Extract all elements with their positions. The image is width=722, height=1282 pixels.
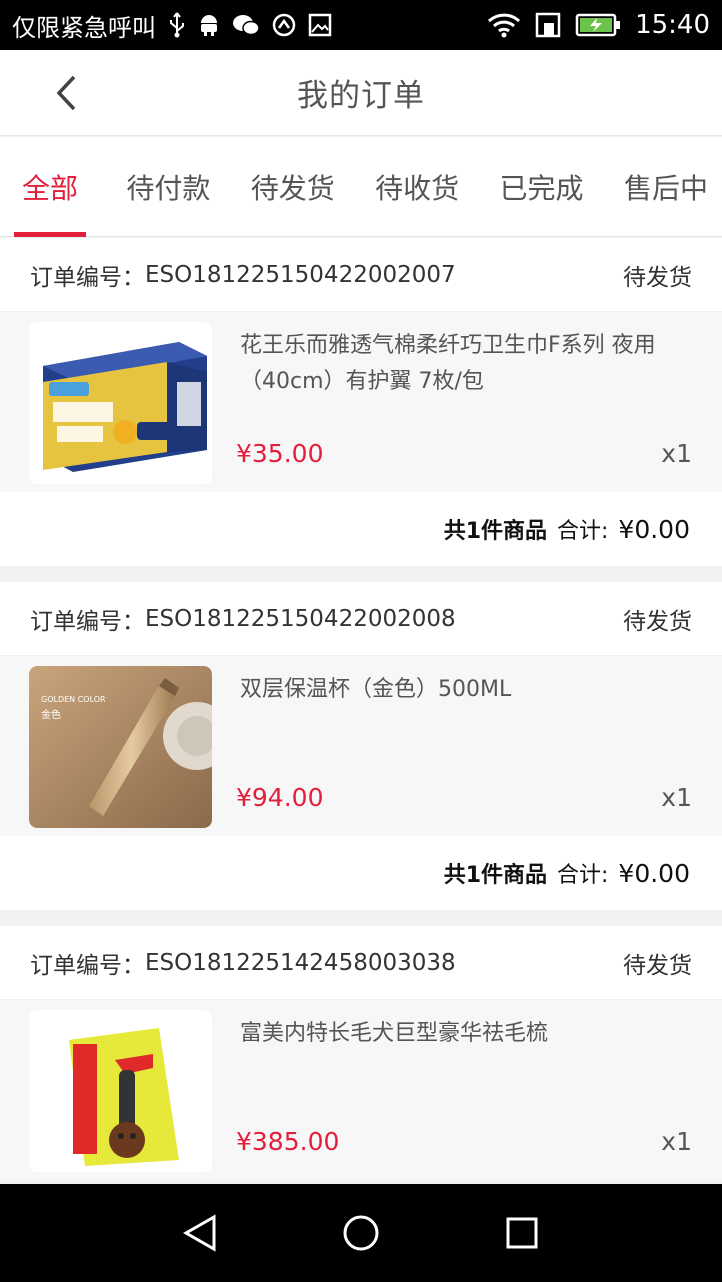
battery-charging-icon <box>575 12 621 38</box>
gold-thermos-image: GOLDEN COLOR 金色 <box>29 666 212 828</box>
order-status: 待发货 <box>623 608 692 635</box>
system-nav-bar <box>0 1184 722 1282</box>
order-item[interactable]: GOLDEN COLOR 金色 双层保温杯（金色）500ML ¥94.00 x1 <box>0 656 722 836</box>
wifi-icon <box>487 12 521 38</box>
product-name: 富美内特长毛犬巨型豪华祛毛梳 <box>240 1021 549 1046</box>
nav-back-button[interactable] <box>170 1203 230 1263</box>
item-count: 共1件商品 <box>443 519 547 544</box>
tab-all[interactable]: 全部 <box>14 137 86 237</box>
order-number-label: 订单编号： <box>30 952 145 979</box>
image-icon <box>308 13 332 37</box>
deshedding-comb-image <box>29 1010 212 1172</box>
nav-home-button[interactable] <box>331 1203 391 1263</box>
usb-icon <box>168 12 186 38</box>
item-count: 共1件商品 <box>443 863 547 888</box>
product-quantity: x1 <box>661 783 692 812</box>
android-icon <box>198 13 220 37</box>
order-header: 订单编号： ESO181225150422002007 待发货 <box>0 238 722 312</box>
total-label: 合计: <box>557 519 609 544</box>
total-label: 合计: <box>557 863 609 888</box>
product-thumbnail[interactable] <box>29 322 212 484</box>
tab-completed[interactable]: 已完成 <box>500 137 584 237</box>
sanitary-pad-box-image <box>29 322 212 484</box>
sync-icon <box>272 13 296 37</box>
order-total: ¥0.00 <box>618 514 690 544</box>
order-header: 订单编号： ESO181225142458003038 待发货 <box>0 926 722 1000</box>
order-number: ESO181225150422002007 <box>145 261 456 288</box>
order-card[interactable]: 订单编号： ESO181225150422002007 待发货 花王乐而雅透气棉… <box>0 238 722 566</box>
product-price: ¥35.00 <box>236 439 324 468</box>
order-card[interactable]: 订单编号： ESO181225142458003038 待发货 富美内特长毛犬巨… <box>0 926 722 1180</box>
product-name: 双层保温杯（金色）500ML <box>240 677 512 702</box>
clock: 15:40 <box>635 10 710 40</box>
order-item[interactable]: 花王乐而雅透气棉柔纤巧卫生巾F系列 夜用（40cm）有护翼 7枚/包 ¥35.0… <box>0 312 722 492</box>
order-status: 待发货 <box>623 264 692 291</box>
order-footer: 共1件商品 合计: ¥0.00 <box>0 492 722 566</box>
order-total: ¥0.00 <box>618 858 690 888</box>
order-card[interactable]: 订单编号： ESO181225150422002008 待发货 GOLDEN C… <box>0 582 722 910</box>
back-triangle-icon <box>183 1214 216 1252</box>
product-price: ¥94.00 <box>236 783 324 812</box>
order-number: ESO181225150422002008 <box>145 605 456 632</box>
order-tabs: 全部 待付款 待发货 待收货 已完成 售后中 <box>0 137 722 237</box>
svg-text:GOLDEN COLOR: GOLDEN COLOR <box>41 695 106 704</box>
product-quantity: x1 <box>661 439 692 468</box>
product-thumbnail[interactable]: GOLDEN COLOR 金色 <box>29 666 212 828</box>
product-thumbnail[interactable] <box>29 1010 212 1172</box>
product-quantity: x1 <box>661 1127 692 1156</box>
order-list: 订单编号： ESO181225150422002007 待发货 花王乐而雅透气棉… <box>0 238 722 1196</box>
page-title: 我的订单 <box>297 78 425 114</box>
wechat-icon <box>232 13 260 37</box>
home-circle-icon <box>343 1215 379 1251</box>
order-footer: 共1件商品 合计: ¥0.00 <box>0 836 722 910</box>
back-button[interactable] <box>44 70 88 116</box>
product-price: ¥385.00 <box>236 1127 340 1156</box>
order-item[interactable]: 富美内特长毛犬巨型豪华祛毛梳 ¥385.00 x1 <box>0 1000 722 1180</box>
order-number-label: 订单编号： <box>30 264 145 291</box>
tab-pending-payment[interactable]: 待付款 <box>126 137 210 237</box>
app-header: 我的订单 <box>0 50 722 136</box>
product-name: 花王乐而雅透气棉柔纤巧卫生巾F系列 夜用（40cm）有护翼 7枚/包 <box>240 333 656 394</box>
order-number-label: 订单编号： <box>30 608 145 635</box>
order-status: 待发货 <box>623 952 692 979</box>
recents-square-icon <box>506 1217 538 1249</box>
chevron-left-icon <box>56 75 76 111</box>
nav-recents-button[interactable] <box>492 1203 552 1263</box>
svg-text:金色: 金色 <box>41 708 61 721</box>
order-header: 订单编号： ESO181225150422002008 待发货 <box>0 582 722 656</box>
tab-after-sales[interactable]: 售后中 <box>624 137 708 237</box>
order-number: ESO181225142458003038 <box>145 949 456 976</box>
tab-pending-shipment[interactable]: 待发货 <box>251 137 335 237</box>
sim-icon <box>535 12 561 38</box>
tab-pending-receipt[interactable]: 待收货 <box>375 137 459 237</box>
status-bar: 仅限紧急呼叫 15:40 <box>0 0 722 50</box>
carrier-text: 仅限紧急呼叫 <box>12 13 156 42</box>
